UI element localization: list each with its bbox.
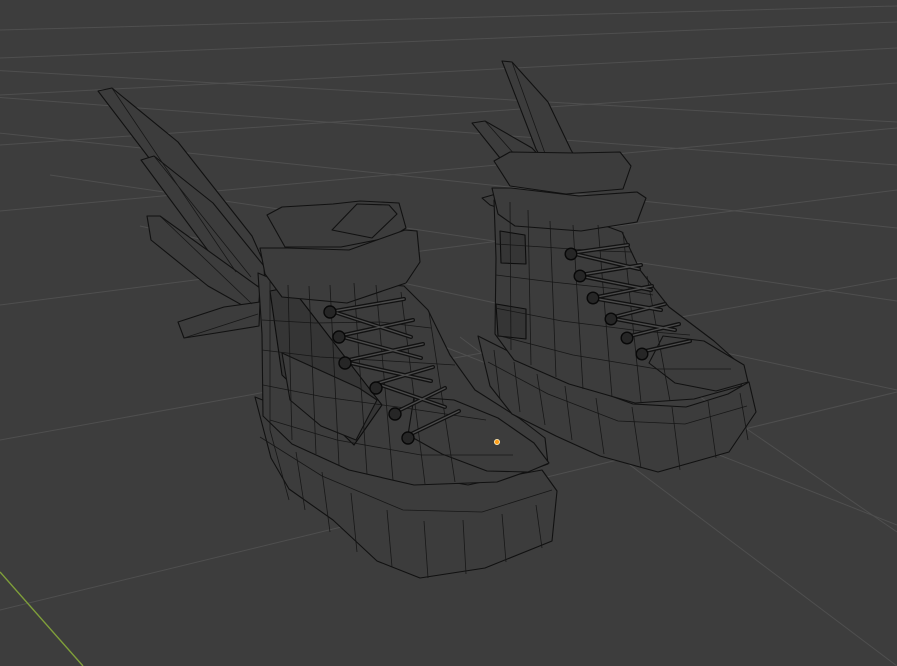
y-axis-line [0, 571, 84, 666]
3d-viewport[interactable] [0, 0, 897, 666]
left-boot-model[interactable] [97, 87, 558, 579]
wireframe-boot-scene[interactable] [0, 0, 897, 666]
left-wing[interactable] [97, 87, 269, 339]
selected-vertex[interactable] [493, 438, 500, 445]
right-boot-model[interactable] [471, 60, 757, 473]
